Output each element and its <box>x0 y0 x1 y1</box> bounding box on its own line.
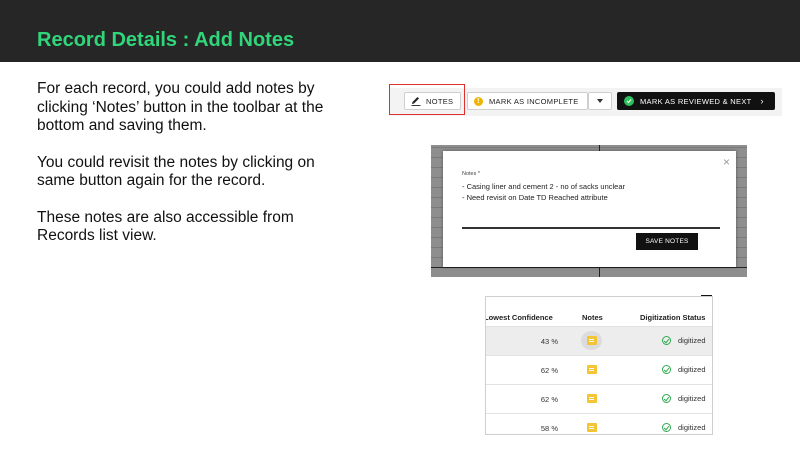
status-cell: digitized <box>678 365 706 374</box>
chevron-right-icon: › <box>760 96 764 106</box>
confidence-cell: 62 % <box>540 366 558 375</box>
status-cell: digitized <box>678 423 706 432</box>
confidence-cell: 58 % <box>540 424 558 433</box>
caret-down-icon <box>597 99 603 103</box>
column-header-lowest-confidence[interactable]: Lowest Confidence <box>486 313 553 322</box>
notes-modal: × Notes * - Casing liner and cement 2 - … <box>443 151 736 267</box>
check-circle-icon <box>662 394 671 403</box>
note-icon[interactable] <box>587 365 597 374</box>
note-icon[interactable] <box>587 336 597 345</box>
check-circle-icon <box>662 336 671 345</box>
status-cell: digitized <box>678 336 706 345</box>
confidence-cell: 62 % <box>540 395 558 404</box>
note-icon[interactable] <box>587 423 597 432</box>
slide-title: Record Details : Add Notes <box>37 29 295 51</box>
status-cell: digitized <box>678 394 706 403</box>
close-icon[interactable]: × <box>723 155 730 169</box>
column-header-digitization-status[interactable]: Digitization Status <box>640 313 705 322</box>
notes-field-underline <box>462 227 720 229</box>
body-text: For each record, you could add notes by … <box>37 80 337 264</box>
warning-icon: ! <box>474 96 483 106</box>
mark-reviewed-next-button[interactable]: MARK AS REVIEWED & NEXT › <box>617 92 775 110</box>
paragraph-revisit-notes: You could revisit the notes by clicking … <box>37 153 315 190</box>
notes-text-line[interactable]: - Casing liner and cement 2 - no of sack… <box>462 182 625 191</box>
save-notes-button[interactable]: SAVE NOTES <box>636 233 698 250</box>
mark-incomplete-label: MARK AS INCOMPLETE <box>489 96 579 106</box>
table-row[interactable]: 58 % digitized <box>486 413 712 434</box>
document-rule <box>431 267 747 268</box>
table-row[interactable]: 62 % digitized <box>486 355 712 384</box>
confidence-cell: 43 % <box>540 337 558 346</box>
column-header-notes[interactable]: Notes <box>582 313 603 322</box>
notes-button-highlight <box>389 84 465 115</box>
note-icon[interactable] <box>587 394 597 403</box>
mark-reviewed-label: MARK AS REVIEWED & NEXT <box>640 96 752 106</box>
check-circle-icon <box>662 365 671 374</box>
paragraph-notes-button: For each record, you could add notes by … <box>37 80 324 134</box>
notes-field-label: Notes * <box>462 171 481 177</box>
mark-incomplete-button[interactable]: ! MARK AS INCOMPLETE <box>467 92 588 110</box>
table-row[interactable]: 62 % digitized <box>486 384 712 413</box>
check-circle-icon <box>624 96 634 106</box>
more-options-dropdown[interactable] <box>588 92 612 110</box>
records-table: Lowest Confidence Notes Digitization Sta… <box>485 296 713 435</box>
table-row[interactable]: 43 % digitized <box>486 326 712 355</box>
check-circle-icon <box>662 423 671 432</box>
notes-text-line[interactable]: - Need revisit on Date TD Reached attrib… <box>462 193 608 202</box>
paragraph-records-list: These notes are also accessible from Rec… <box>37 208 294 245</box>
